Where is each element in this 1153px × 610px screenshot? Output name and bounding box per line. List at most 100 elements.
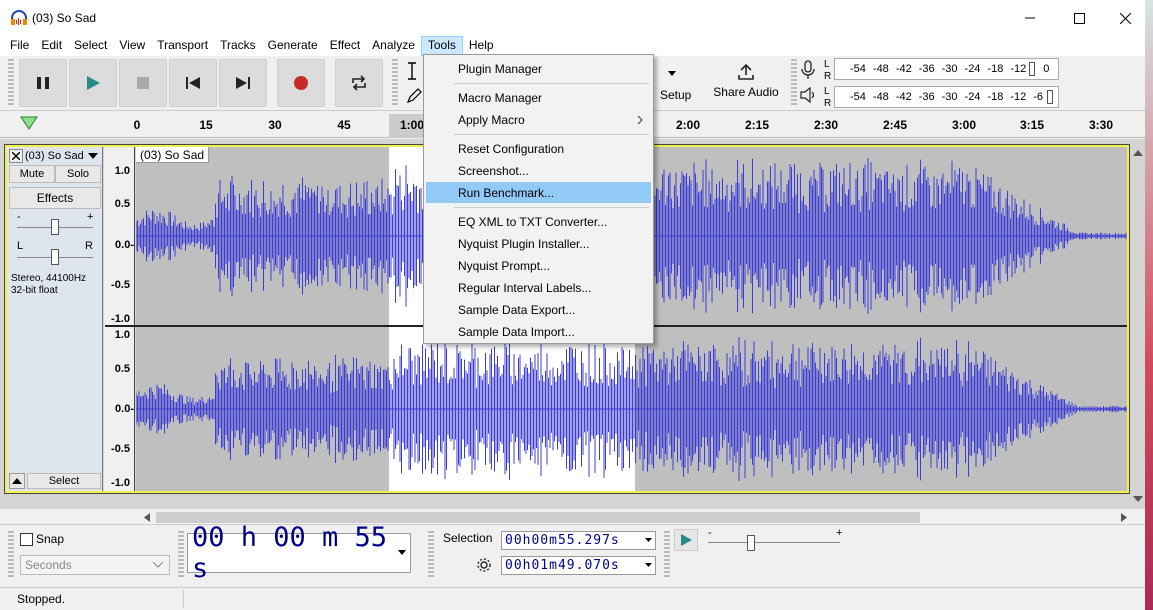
status-bar: Stopped. [0,587,1145,610]
loop-button[interactable] [335,59,383,107]
menu-item-sample-data-import[interactable]: Sample Data Import... [426,321,651,342]
audio-setup-button[interactable] [656,66,686,84]
playback-meter-button[interactable] [800,86,820,106]
gain-slider[interactable] [51,219,59,235]
gear-icon[interactable] [476,557,492,573]
record-button[interactable] [277,59,325,107]
selection-end-display[interactable]: 00h01m49.070s [501,556,656,575]
menu-item-nyquist-plugin-installer[interactable]: Nyquist Plugin Installer... [426,233,651,254]
meter-tick: -18 [987,63,1004,75]
amp-label: 0.0- [115,239,134,251]
audacity-logo-icon [11,10,27,25]
track-control-panel: (03) So Sad Mute Solo Effects - + L R St… [7,147,103,491]
menu-item-plugin-manager[interactable]: Plugin Manager [426,58,651,79]
selection-start-value: 00h00m55.297s [505,533,620,548]
tools-menu: Plugin Manager Macro Manager Apply Macro… [423,54,654,344]
stop-button[interactable] [119,59,167,107]
minimize-button[interactable] [1007,0,1053,36]
snap-checkbox[interactable] [20,533,33,546]
play-at-speed-button[interactable] [674,529,698,551]
meter-tick: -36 [918,91,935,103]
audio-setup-label: Setup [660,88,692,102]
menu-effect[interactable]: Effect [324,36,366,56]
toolbar-grip[interactable] [8,531,14,577]
share-audio-button[interactable]: Share Audio [708,59,784,107]
clip-name[interactable]: (03) So Sad [136,147,210,163]
close-button[interactable] [1102,0,1148,36]
record-meter-button[interactable] [800,60,820,80]
track-select-button[interactable]: Select [27,473,101,489]
desktop-background [1145,0,1153,610]
chevron-down-icon [668,71,676,76]
menu-item-screenshot[interactable]: Screenshot... [426,160,651,181]
selection-tool-button[interactable] [406,62,422,80]
menu-view[interactable]: View [113,36,151,56]
record-level-meter[interactable]: -54 -48 -42 -36 -30 -24 -18 -12 0 [834,58,1059,80]
draw-tool-button[interactable] [406,88,422,106]
toolbar-grip[interactable] [392,59,398,107]
meter-slider-thumb[interactable] [1029,62,1036,76]
menu-item-sample-data-export[interactable]: Sample Data Export... [426,299,651,320]
menu-help[interactable]: Help [463,36,500,56]
pin-playhead-icon[interactable] [20,116,38,130]
menu-item-macro-manager[interactable]: Macro Manager [426,87,651,108]
menu-item-eq-xml-converter[interactable]: EQ XML to TXT Converter... [426,211,651,232]
menu-tools[interactable]: Tools [420,36,463,56]
menu-generate[interactable]: Generate [262,36,324,56]
pan-slider[interactable] [51,249,59,265]
toolbar-grip[interactable] [664,531,670,577]
solo-button[interactable]: Solo [55,165,101,183]
menu-select[interactable]: Select [68,36,113,56]
play-button[interactable] [69,59,117,107]
maximize-icon [1073,12,1085,24]
collapse-track-button[interactable] [9,473,25,489]
selection-end-value: 00h01m49.070s [505,558,620,573]
scroll-up-icon[interactable] [1133,149,1143,157]
amp-label: 0.0- [115,403,134,415]
amp-label: 0.5 [114,198,130,210]
ruler-tick: 2:45 [882,118,908,132]
menu-transport[interactable]: Transport [151,36,214,56]
menu-item-reset-configuration[interactable]: Reset Configuration [426,138,651,159]
toolbar-grip[interactable] [178,531,184,577]
playback-level-meter[interactable]: -54 -48 -42 -36 -30 -24 -18 -12 -6 [834,86,1059,108]
pause-button[interactable] [19,59,67,107]
menu-file[interactable]: File [0,36,35,56]
effects-button[interactable]: Effects [9,187,101,209]
gain-plus-label: + [87,211,94,223]
menu-analyze[interactable]: Analyze [366,36,421,56]
scroll-left-icon[interactable] [143,513,151,522]
meter-tick: -36 [918,63,935,75]
maximize-button[interactable] [1056,0,1102,36]
meter-tick: -30 [941,91,958,103]
ibeam-icon [408,62,416,80]
menu-item-run-benchmark[interactable]: Run Benchmark... [426,182,651,203]
skip-start-button[interactable] [169,59,217,107]
selection-start-display[interactable]: 00h00m55.297s [501,531,656,550]
ruler-tick: 3:00 [951,118,977,132]
play-icon [87,76,100,90]
mute-button[interactable]: Mute [9,165,55,183]
ruler-tick: 3:30 [1088,118,1114,132]
toolbar-grip[interactable] [791,59,797,107]
menu-item-apply-macro[interactable]: Apply Macro [426,109,651,130]
speed-slider[interactable] [747,535,755,551]
menu-item-regular-interval-labels[interactable]: Regular Interval Labels... [426,277,651,298]
scroll-right-icon[interactable] [1120,513,1128,522]
menu-edit[interactable]: Edit [35,36,68,56]
skip-end-button[interactable] [219,59,267,107]
toolbar-grip[interactable] [8,59,14,107]
meter-slider-thumb[interactable] [1047,90,1054,104]
scroll-down-icon[interactable] [1133,495,1143,503]
audio-position-value: 00 h 00 m 55 s [192,522,388,584]
audio-position-display[interactable]: 00 h 00 m 55 s [187,522,411,584]
chevron-right-icon [637,115,643,125]
track-name-menu[interactable]: (03) So Sad [25,149,103,163]
snap-unit-select[interactable]: Seconds [20,555,170,575]
title-bar: (03) So Sad [0,0,1145,36]
menu-tracks[interactable]: Tracks [214,36,262,56]
menu-item-nyquist-prompt[interactable]: Nyquist Prompt... [426,255,651,276]
track-close-button[interactable] [9,149,23,163]
toolbar-grip[interactable] [428,531,434,577]
status-divider [183,590,184,608]
